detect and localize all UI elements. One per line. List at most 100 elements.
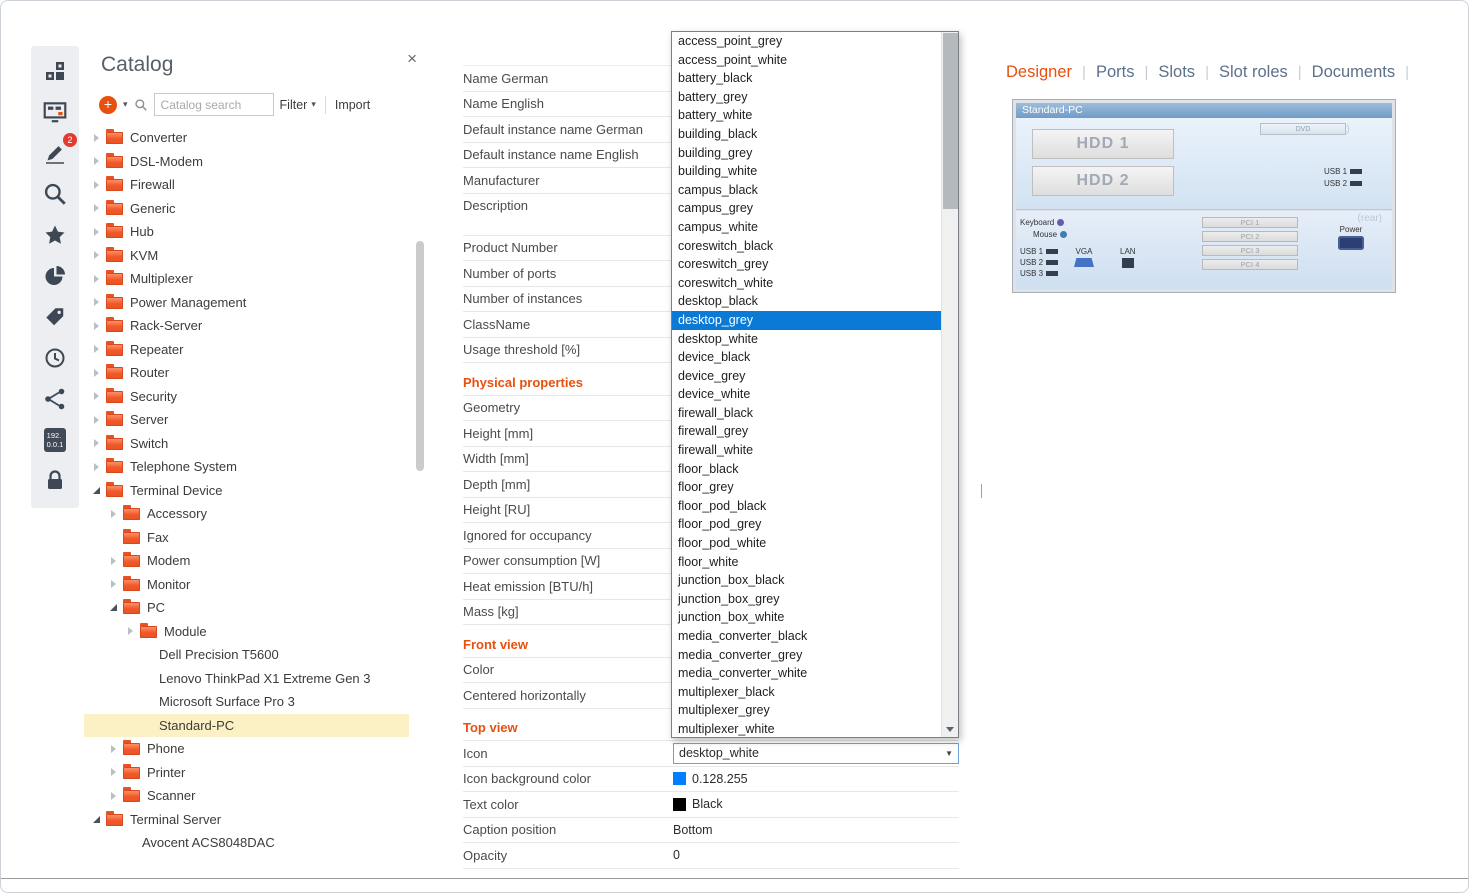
dropdown-option[interactable]: multiplexer_black: [672, 683, 941, 702]
topology-icon[interactable]: [40, 384, 70, 414]
tab-designer[interactable]: Designer: [1006, 63, 1072, 82]
pci-slot-4[interactable]: PCI 4: [1202, 259, 1298, 270]
tree-item-security[interactable]: Security: [84, 385, 409, 409]
dropdown-option[interactable]: desktop_black: [672, 292, 941, 311]
dropdown-option[interactable]: access_point_white: [672, 51, 941, 70]
scrollbar-thumb[interactable]: [416, 241, 424, 471]
scrollbar-thumb[interactable]: [943, 33, 958, 209]
dropdown-option[interactable]: floor_pod_black: [672, 497, 941, 516]
dropdown-option[interactable]: battery_grey: [672, 88, 941, 107]
expand-icon[interactable]: [89, 251, 103, 259]
mouse-port[interactable]: Mouse: [1033, 230, 1067, 239]
dropdown-option[interactable]: device_grey: [672, 367, 941, 386]
dropdown-option[interactable]: junction_box_black: [672, 571, 941, 590]
usb3-rear-port[interactable]: USB 3: [1020, 269, 1058, 278]
expand-icon[interactable]: [89, 134, 103, 142]
tree-item-hub[interactable]: Hub: [84, 220, 409, 244]
expand-icon[interactable]: [123, 627, 137, 635]
dropdown-option[interactable]: floor_pod_grey: [672, 515, 941, 534]
icon-combobox[interactable]: desktop_white▼: [673, 743, 959, 764]
expand-icon[interactable]: [89, 322, 103, 330]
expand-icon[interactable]: [106, 580, 120, 588]
catalog-scrollbar[interactable]: [416, 136, 424, 871]
tree-item-converter[interactable]: Converter: [84, 126, 409, 150]
expand-icon[interactable]: [89, 181, 103, 189]
tree-item-firewall[interactable]: Firewall: [84, 173, 409, 197]
net-documentation-icon[interactable]: [40, 97, 70, 127]
dropdown-option[interactable]: multiplexer_grey: [672, 701, 941, 720]
dropdown-option[interactable]: building_white: [672, 162, 941, 181]
tree-item-power-management[interactable]: Power Management: [84, 291, 409, 315]
lock-icon[interactable]: [40, 466, 70, 496]
power-port[interactable]: Power: [1338, 225, 1364, 250]
dropdown-option[interactable]: campus_white: [672, 218, 941, 237]
expand-icon[interactable]: [89, 275, 103, 283]
usb2-rear-port[interactable]: USB 2: [1020, 258, 1058, 267]
tab-slot-roles[interactable]: Slot roles: [1219, 63, 1288, 82]
tree-item-scanner[interactable]: Scanner: [84, 784, 409, 808]
tab-ports[interactable]: Ports: [1096, 63, 1135, 82]
pci-slot-1[interactable]: PCI 1: [1202, 217, 1298, 228]
dropdown-option[interactable]: device_white: [672, 385, 941, 404]
tree-item-multiplexer[interactable]: Multiplexer: [84, 267, 409, 291]
panel-splitter[interactable]: [981, 484, 982, 498]
dropdown-option[interactable]: junction_box_white: [672, 608, 941, 627]
tree-item-rack-server[interactable]: Rack-Server: [84, 314, 409, 338]
collapse-icon[interactable]: [89, 816, 103, 823]
usb2-front-port[interactable]: USB 2: [1324, 179, 1362, 188]
search-icon[interactable]: [40, 179, 70, 209]
tree-item-terminal-server[interactable]: Terminal Server: [84, 808, 409, 832]
expand-icon[interactable]: [89, 228, 103, 236]
dvd-slot[interactable]: DVD: [1260, 123, 1346, 135]
expand-icon[interactable]: [106, 768, 120, 776]
expand-icon[interactable]: [106, 792, 120, 800]
tree-item-microsoft-surface-pro-3[interactable]: Microsoft Surface Pro 3: [84, 690, 409, 714]
tree-item-kvm[interactable]: KVM: [84, 244, 409, 268]
expand-icon[interactable]: [89, 157, 103, 165]
dropdown-option[interactable]: campus_black: [672, 181, 941, 200]
dropdown-option[interactable]: device_black: [672, 348, 941, 367]
expand-icon[interactable]: [89, 369, 103, 377]
expand-icon[interactable]: [89, 416, 103, 424]
property-value[interactable]: 0: [671, 848, 959, 862]
dropdown-option[interactable]: multiplexer_white: [672, 720, 941, 738]
dropdown-option[interactable]: building_black: [672, 125, 941, 144]
dropdown-option[interactable]: firewall_white: [672, 441, 941, 460]
tree-item-module[interactable]: Module: [84, 620, 409, 644]
expand-icon[interactable]: [89, 439, 103, 447]
dropdown-option[interactable]: coreswitch_grey: [672, 255, 941, 274]
property-value[interactable]: Bottom: [671, 823, 959, 837]
dropdown-option[interactable]: floor_pod_white: [672, 534, 941, 553]
dropdown-option[interactable]: floor_grey: [672, 478, 941, 497]
add-menu-caret-icon[interactable]: ▾: [123, 99, 128, 110]
dropdown-option[interactable]: desktop_grey: [672, 311, 941, 330]
close-button[interactable]: ×: [407, 49, 417, 69]
tag-icon[interactable]: [40, 302, 70, 332]
lan-port[interactable]: LAN: [1120, 247, 1136, 268]
import-button[interactable]: Import: [335, 98, 370, 112]
dropdown-option[interactable]: campus_grey: [672, 199, 941, 218]
tab-slots[interactable]: Slots: [1158, 63, 1195, 82]
expand-icon[interactable]: [89, 345, 103, 353]
expand-icon[interactable]: [89, 392, 103, 400]
tree-item-standard-pc[interactable]: Standard-PC: [84, 714, 409, 738]
expand-icon[interactable]: [89, 463, 103, 471]
favorites-icon[interactable]: [40, 220, 70, 250]
dropdown-option[interactable]: coreswitch_black: [672, 237, 941, 256]
tree-item-avocent-acs8048dac[interactable]: Avocent ACS8048DAC: [84, 831, 409, 855]
ip-addresses-icon[interactable]: 192.0.0.1: [40, 425, 70, 455]
vga-port[interactable]: VGA: [1074, 247, 1094, 267]
tree-item-fax[interactable]: Fax: [84, 526, 409, 550]
dropdown-option[interactable]: coreswitch_white: [672, 274, 941, 293]
filter-button[interactable]: Filter ▾: [280, 98, 316, 112]
history-icon[interactable]: [40, 343, 70, 373]
tree-item-dsl-modem[interactable]: DSL-Modem: [84, 150, 409, 174]
collapse-icon[interactable]: [89, 487, 103, 494]
scroll-down-icon[interactable]: [946, 727, 954, 732]
tree-item-modem[interactable]: Modem: [84, 549, 409, 573]
usb1-front-port[interactable]: USB 1: [1324, 167, 1362, 176]
tree-item-phone[interactable]: Phone: [84, 737, 409, 761]
expand-icon[interactable]: [89, 204, 103, 212]
property-value[interactable]: Black: [671, 797, 959, 811]
tree-item-telephone-system[interactable]: Telephone System: [84, 455, 409, 479]
